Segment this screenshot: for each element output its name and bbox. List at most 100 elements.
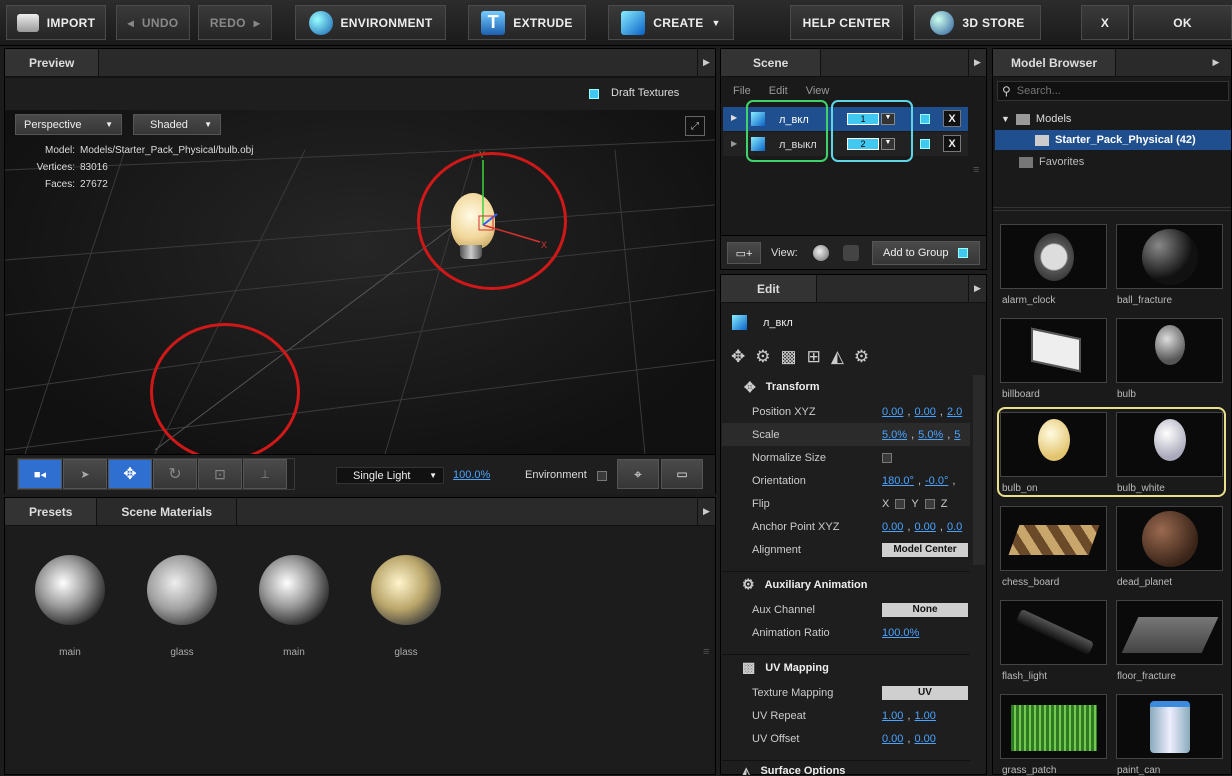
panel-arrow-icon[interactable]: ▶: [697, 49, 715, 76]
thumb-grass-patch[interactable]: [1000, 694, 1107, 759]
scale-tool-icon[interactable]: ⊡: [198, 459, 242, 489]
search-box[interactable]: ⚲: [997, 81, 1229, 101]
transform-section-header[interactable]: ✥ Transform: [722, 374, 970, 400]
tab-scene-materials[interactable]: Scene Materials: [97, 498, 238, 525]
camera-dropdown[interactable]: Perspective ▼: [15, 114, 122, 135]
select-tool-icon[interactable]: ➤: [63, 459, 107, 489]
maximize-icon[interactable]: ⤢: [685, 116, 705, 136]
checker-icon[interactable]: ▩: [781, 347, 797, 367]
draft-textures-checkbox[interactable]: [589, 89, 599, 99]
scroll-grip-icon[interactable]: ≡: [973, 164, 979, 176]
extrude-button[interactable]: T EXTRUDE: [468, 5, 586, 40]
anchor-x[interactable]: 0.00: [882, 521, 903, 533]
material-sphere-main[interactable]: [259, 555, 329, 625]
thumb-alarm-clock[interactable]: [1000, 224, 1107, 289]
light-dropdown[interactable]: Single Light ▼: [336, 467, 444, 484]
panel-arrow-icon[interactable]: ▶: [968, 49, 986, 76]
collapse-arrow-icon[interactable]: ▼: [1001, 114, 1010, 124]
uv-grid-icon[interactable]: ⊞: [807, 347, 821, 367]
anchor-z[interactable]: 0.0: [947, 521, 962, 533]
search-input[interactable]: [1016, 85, 1207, 97]
surface-section-header[interactable]: ◭ Surface Options: [722, 760, 970, 775]
aux-section-header[interactable]: ⚙ Auxiliary Animation: [722, 571, 970, 597]
uv-repeat-v[interactable]: 1.00: [914, 710, 935, 722]
position-x[interactable]: 0.00: [882, 406, 903, 418]
expand-arrow-icon[interactable]: ▶: [731, 113, 737, 122]
visibility-checkbox[interactable]: [920, 139, 930, 149]
thumb-dead-planet[interactable]: [1116, 506, 1223, 571]
tab-edit[interactable]: Edit: [721, 275, 817, 302]
ok-button[interactable]: OK: [1133, 5, 1232, 40]
gears-icon[interactable]: ⚙: [755, 347, 770, 367]
sphere-view-icon[interactable]: [813, 245, 829, 261]
3d-viewport[interactable]: Perspective ▼ Shaded ▼ ⤢ Model: Models/St…: [5, 110, 715, 454]
panel-arrow-icon[interactable]: ▶: [1201, 49, 1231, 76]
menu-file[interactable]: File: [733, 85, 751, 97]
expand-arrow-icon[interactable]: ▶: [731, 139, 737, 148]
uv-offset-v[interactable]: 0.00: [914, 733, 935, 745]
uv-repeat-u[interactable]: 1.00: [882, 710, 903, 722]
remove-object-button[interactable]: X: [943, 110, 961, 127]
uv-offset-u[interactable]: 0.00: [882, 733, 903, 745]
monitor-icon[interactable]: ▭: [661, 459, 703, 489]
visibility-checkbox[interactable]: [920, 114, 930, 124]
redo-button[interactable]: REDO ▸: [198, 5, 272, 40]
flip-x-checkbox[interactable]: [895, 498, 906, 509]
add-to-group-button[interactable]: Add to Group: [872, 241, 980, 265]
camera-tool-icon[interactable]: ■◂: [18, 459, 62, 489]
material-sphere-glass[interactable]: [371, 555, 441, 625]
pivot-tool-icon[interactable]: ⊥: [243, 459, 287, 489]
panel-arrow-icon[interactable]: ▶: [968, 275, 986, 302]
orientation-x[interactable]: 180.0°: [882, 475, 914, 487]
tree-models[interactable]: ▼ Models: [1001, 113, 1071, 125]
aux-channel-dropdown[interactable]: None: [882, 603, 968, 617]
scale-z[interactable]: 5: [954, 429, 960, 441]
position-y[interactable]: 0.00: [914, 406, 935, 418]
move-tool-icon[interactable]: ✥: [108, 459, 152, 489]
position-z[interactable]: 2.0: [947, 406, 962, 418]
menu-view[interactable]: View: [806, 85, 830, 97]
anchor-y[interactable]: 0.00: [914, 521, 935, 533]
remove-object-button[interactable]: X: [943, 135, 961, 152]
thumb-ball-fracture[interactable]: [1116, 224, 1223, 289]
environment-button[interactable]: ENVIRONMENT: [295, 5, 446, 40]
splitter[interactable]: [993, 207, 1231, 211]
shading-dropdown[interactable]: Shaded ▼: [133, 114, 221, 135]
material-sphere-glass[interactable]: [147, 555, 217, 625]
panel-arrow-icon[interactable]: ▶: [697, 498, 715, 525]
thumb-floor-fracture[interactable]: [1116, 600, 1223, 665]
rotate-tool-icon[interactable]: ↻: [153, 459, 197, 489]
tree-favorites[interactable]: Favorites: [1019, 156, 1084, 168]
add-folder-icon[interactable]: ▭+: [727, 242, 761, 264]
3d-store-button[interactable]: 3D STORE: [914, 5, 1041, 40]
help-center-button[interactable]: HELP CENTER: [790, 5, 903, 40]
move-icon[interactable]: ✥: [731, 347, 745, 367]
thumb-chess-board[interactable]: [1000, 506, 1107, 571]
scale-y[interactable]: 5.0%: [918, 429, 943, 441]
environment-checkbox[interactable]: [597, 471, 607, 481]
edit-scrollbar[interactable]: [973, 375, 985, 565]
tab-scene[interactable]: Scene: [721, 49, 822, 76]
tab-presets[interactable]: Presets: [5, 498, 98, 525]
thumb-flash-light[interactable]: [1000, 600, 1107, 665]
crosshair-icon[interactable]: ⌖: [617, 459, 659, 489]
uv-section-header[interactable]: ▩ UV Mapping: [722, 654, 970, 680]
orientation-y[interactable]: -0.0°: [925, 475, 948, 487]
scroll-grip-icon[interactable]: ≡: [703, 646, 709, 658]
animation-ratio-value[interactable]: 100.0%: [882, 627, 919, 639]
texture-mapping-dropdown[interactable]: UV: [882, 686, 968, 700]
import-button[interactable]: IMPORT: [6, 5, 106, 40]
create-button[interactable]: CREATE ▼: [608, 5, 734, 40]
close-button[interactable]: X: [1081, 5, 1129, 40]
settings-gear-icon[interactable]: ⚙: [854, 347, 869, 367]
flip-y-checkbox[interactable]: [924, 498, 935, 509]
scale-x[interactable]: 5.0%: [882, 429, 907, 441]
surface-icon[interactable]: ◭: [831, 347, 844, 367]
normalize-checkbox[interactable]: [882, 452, 892, 463]
thumb-paint-can[interactable]: [1116, 694, 1223, 759]
alignment-dropdown[interactable]: Model Center: [882, 543, 968, 557]
group-view-icon[interactable]: [843, 245, 859, 261]
tree-pack-selected[interactable]: Starter_Pack_Physical (42): [995, 130, 1231, 150]
thumb-billboard[interactable]: [1000, 318, 1107, 383]
menu-edit[interactable]: Edit: [769, 85, 788, 97]
